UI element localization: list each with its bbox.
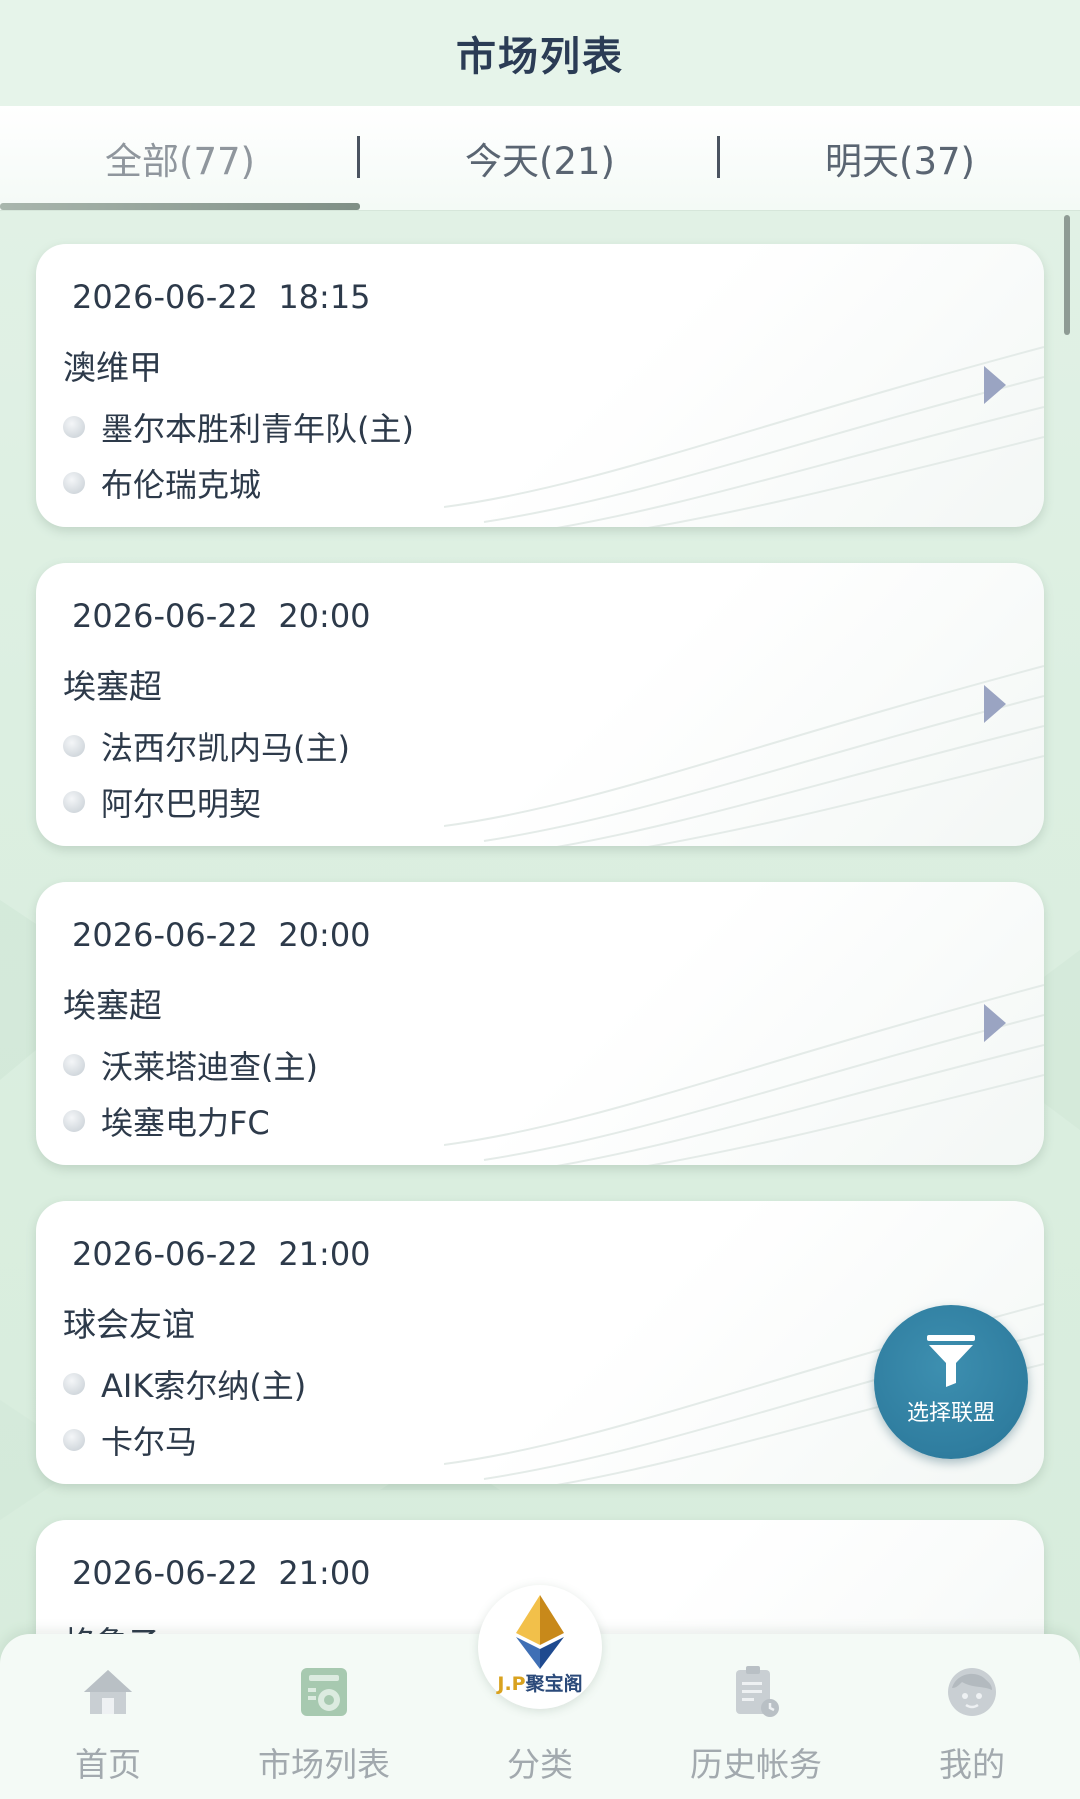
nav-profile[interactable]: 我的: [864, 1634, 1080, 1799]
select-league-label: 选择联盟: [906, 1401, 995, 1426]
team-dot-icon: [63, 735, 85, 757]
team-dot-icon: [63, 416, 85, 438]
tab-all[interactable]: 全部(77): [0, 106, 360, 210]
center-logo-button[interactable]: J.P聚宝阁: [478, 1585, 602, 1709]
team-dot-icon: [63, 1110, 85, 1132]
team-dot-icon: [63, 1054, 85, 1076]
match-datetime: 2026-06-22 21:00: [72, 1235, 371, 1273]
page-title: 市场列表: [456, 34, 624, 80]
nav-history-ledger[interactable]: 历史帐务: [648, 1634, 864, 1799]
match-league: 球会友谊: [63, 1305, 195, 1344]
tab-all-label: 全部(77): [105, 140, 255, 183]
market-list-screen: 市场列表 全部(77) 今天(21) 明天(37) 2026-06-22 18:…: [0, 0, 1080, 1799]
home-team-name: 沃莱塔迪查(主): [101, 1048, 318, 1086]
card-wave-decoration: [444, 984, 1044, 1165]
away-team-name: 卡尔马: [101, 1423, 198, 1461]
date-filter-tabs: 全部(77) 今天(21) 明天(37): [0, 106, 1080, 211]
chevron-right-icon[interactable]: [984, 1004, 1006, 1042]
nav-home[interactable]: 首页: [0, 1634, 216, 1799]
tab-today[interactable]: 今天(21): [360, 106, 720, 210]
filter-funnel-icon: [927, 1335, 975, 1387]
match-league: 澳维甲: [63, 348, 162, 387]
away-team-name: 布伦瑞克城: [101, 466, 262, 504]
match-league: 埃塞超: [63, 667, 162, 706]
team-dot-icon: [63, 1373, 85, 1395]
match-card[interactable]: 2026-06-22 20:00 埃塞超 法西尔凯内马(主) 阿尔巴明契: [36, 563, 1044, 846]
home-icon: [84, 1670, 132, 1714]
home-team-name: 墨尔本胜利青年队(主): [101, 410, 414, 448]
tab-tomorrow-label: 明天(37): [825, 140, 975, 183]
active-tab-indicator: [0, 203, 360, 210]
home-team-row: AIK索尔纳(主): [63, 1361, 306, 1407]
team-dot-icon: [63, 472, 85, 494]
nav-category-label: 分类: [507, 1745, 573, 1784]
match-league: 埃塞超: [63, 986, 162, 1025]
away-team-row: 布伦瑞克城: [63, 460, 261, 506]
chevron-right-icon[interactable]: [984, 685, 1006, 723]
list-scrollbar[interactable]: [1064, 215, 1070, 335]
match-card[interactable]: 2026-06-22 18:15 澳维甲 墨尔本胜利青年队(主) 布伦瑞克城: [36, 244, 1044, 527]
profile-face-icon: [948, 1668, 996, 1716]
nav-profile-label: 我的: [939, 1745, 1005, 1784]
home-team-row: 墨尔本胜利青年队(主): [63, 404, 414, 450]
nav-history-ledger-label: 历史帐务: [690, 1745, 822, 1784]
brand-logo-text: J.P聚宝阁: [478, 1669, 602, 1696]
home-team-name: AIK索尔纳(主): [101, 1367, 307, 1405]
chevron-right-icon[interactable]: [984, 366, 1006, 404]
brand-name: 聚宝阁: [525, 1673, 583, 1695]
category-logo-icon: [516, 1595, 564, 1669]
tab-tomorrow[interactable]: 明天(37): [720, 106, 1080, 210]
home-team-name: 法西尔凯内马(主): [101, 729, 350, 767]
away-team-name: 埃塞电力FC: [101, 1104, 270, 1142]
history-ledger-icon: [736, 1666, 779, 1717]
team-dot-icon: [63, 791, 85, 813]
card-wave-decoration: [444, 665, 1044, 846]
away-team-row: 埃塞电力FC: [63, 1098, 270, 1144]
match-datetime: 2026-06-22 20:00: [72, 597, 371, 635]
tab-today-label: 今天(21): [465, 140, 615, 183]
brand-prefix: J.P: [497, 1673, 526, 1695]
nav-home-label: 首页: [75, 1745, 141, 1784]
home-team-row: 法西尔凯内马(主): [63, 723, 350, 769]
away-team-row: 阿尔巴明契: [63, 779, 261, 825]
team-dot-icon: [63, 1429, 85, 1451]
nav-market-list-label: 市场列表: [258, 1745, 390, 1784]
nav-market-list[interactable]: 市场列表: [216, 1634, 432, 1799]
card-wave-decoration: [444, 346, 1044, 527]
away-team-row: 卡尔马: [63, 1417, 197, 1463]
match-datetime: 2026-06-22 18:15: [72, 278, 371, 316]
app-header: 市场列表: [0, 0, 1080, 106]
market-list-icon: [301, 1668, 347, 1716]
match-card[interactable]: 2026-06-22 20:00 埃塞超 沃莱塔迪查(主) 埃塞电力FC: [36, 882, 1044, 1165]
select-league-button[interactable]: 选择联盟: [874, 1305, 1028, 1459]
home-team-row: 沃莱塔迪查(主): [63, 1042, 318, 1088]
match-datetime: 2026-06-22 20:00: [72, 916, 371, 954]
away-team-name: 阿尔巴明契: [101, 785, 262, 823]
match-datetime: 2026-06-22 21:00: [72, 1554, 371, 1592]
